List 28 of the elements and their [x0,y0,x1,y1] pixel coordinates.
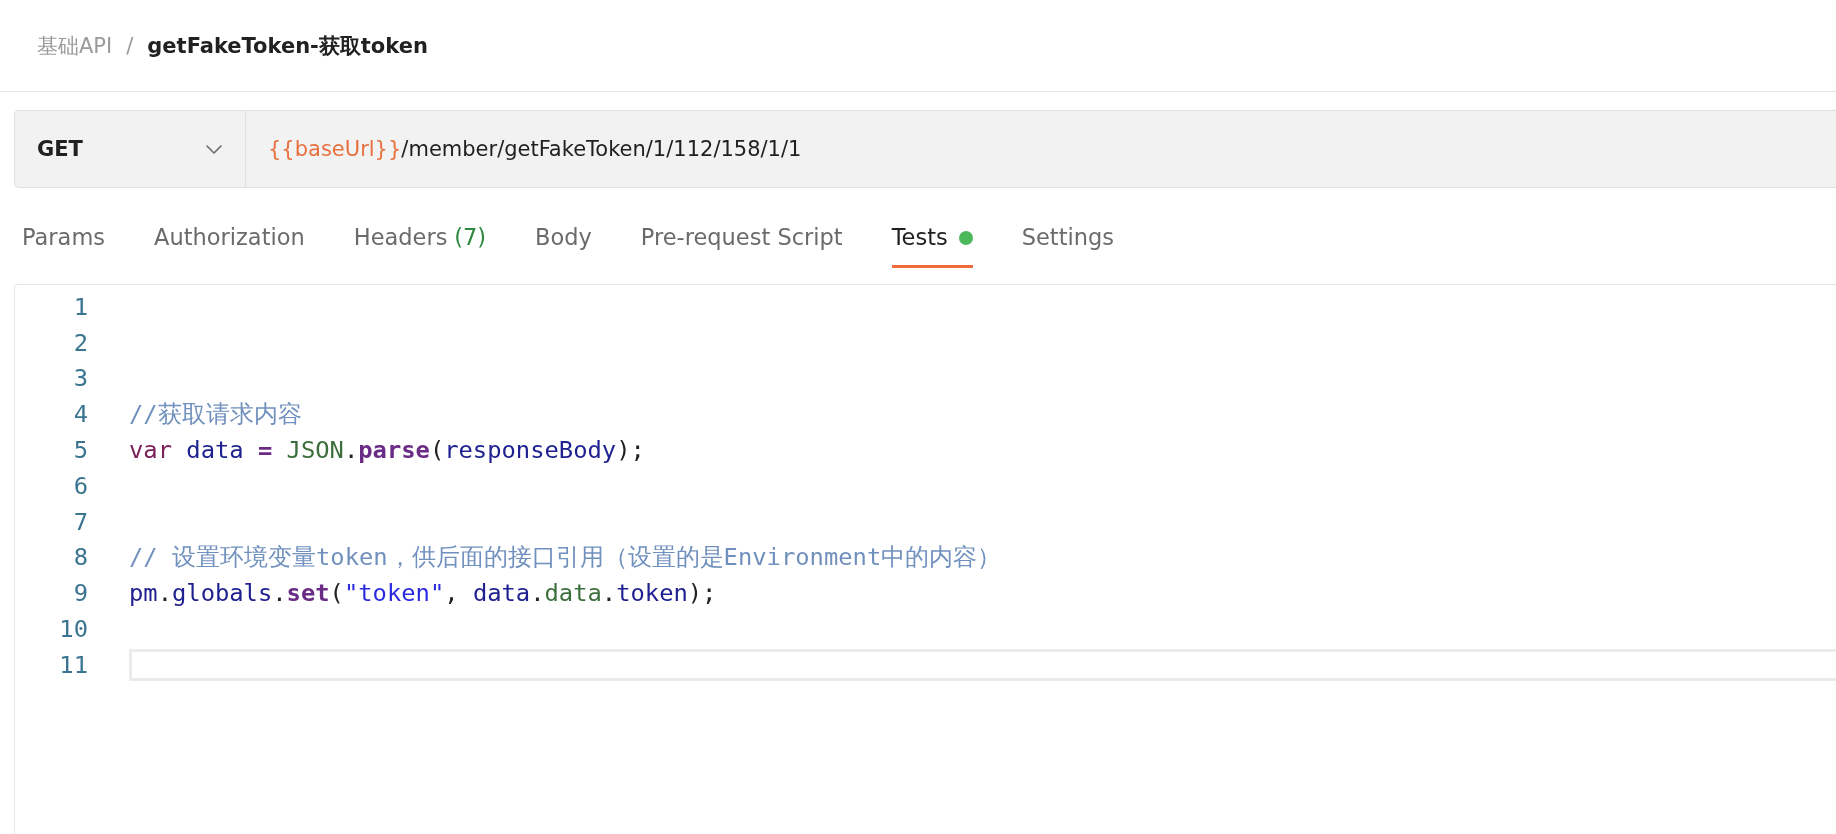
line-number: 1 [72,292,88,321]
code-line: var data = JSON.parse(responseBody); [129,436,645,465]
request-title: getFakeToken-获取token [147,32,428,60]
url-field[interactable]: {{baseUrl}}/member/getFakeToken/1/112/158/1/1 [246,111,1836,187]
chevron-down-icon [206,144,222,154]
line-number: 6 [72,471,88,500]
code-line: //获取请求内容 [129,399,302,431]
breadcrumb-link[interactable]: 基础API [37,31,113,60]
code-line: // 设置环境变量token，供后面的接口引用（设置的是Environment中的内容） [129,542,1002,574]
line-number: 3 [72,364,88,393]
line-number: 5 [72,436,88,465]
tab[interactable]: Params [22,222,106,268]
line-number: 8 [72,543,88,572]
line-number: 10 [58,615,88,644]
line-number: 2 [72,328,88,357]
line-number: 11 [58,650,88,679]
line-number: 9 [72,579,88,608]
tab[interactable]: Headers (7) [353,222,486,268]
tab[interactable]: Tests [891,222,973,268]
tab[interactable]: Settings [1021,222,1114,268]
tab[interactable]: Body [535,222,592,268]
line-number: 7 [72,507,88,536]
code-line: pm.globals.set("token", data.data.token); [129,579,717,608]
breadcrumb-separator: / [126,33,134,58]
code-editor[interactable]: 1 2 3 4 //获取请求内容 5 var data = JSON.parse(responseBody); 6 7 8 // 设置环境变量token，供后面的接口引用（设置的是Environment中的内容） 9 pm.globals.set("token", data.data.token); 10 11 [14,284,1836,834]
line-number: 4 [72,400,88,429]
tab[interactable]: Authorization [154,222,305,268]
tab[interactable]: Pre-request Script [640,222,843,268]
